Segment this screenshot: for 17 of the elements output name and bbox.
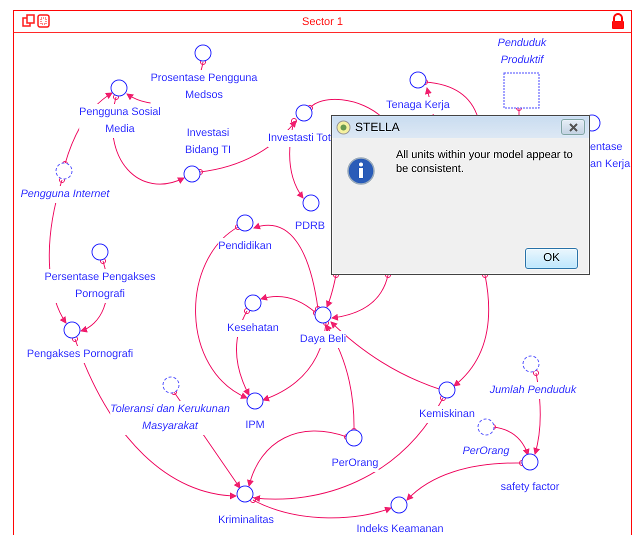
variable-label: Indeks Keamanan (356, 521, 444, 535)
window-title: Sector 1 (302, 16, 343, 28)
variable-label: Persentase Pengakses Pornografi (44, 269, 156, 303)
dialog-message: All units within your model appear to be consistent. (396, 148, 574, 176)
variable-label: Pengguna Sosial Media (79, 104, 161, 138)
ok-button[interactable]: OK (525, 248, 578, 269)
variable-label: Daya Beli (300, 331, 346, 348)
dialog-title: STELLA (355, 119, 400, 136)
variable-label: Toleransi dan Kerukunan Masyarakat (110, 401, 230, 435)
variable-label: Tenaga Kerja (386, 97, 450, 114)
variable-label: Kemiskinan (419, 406, 475, 423)
variable-label: Pengguna Internet (20, 186, 110, 203)
variable-label: Pengakses Pornografi (26, 346, 134, 363)
variable-label: Jumlah Penduduk (490, 382, 576, 399)
variable-label: Investasti Tot (268, 130, 331, 147)
variable-label: Prosentase Pengguna Medsos (150, 70, 258, 104)
variable-label: Kesehatan (227, 320, 279, 337)
